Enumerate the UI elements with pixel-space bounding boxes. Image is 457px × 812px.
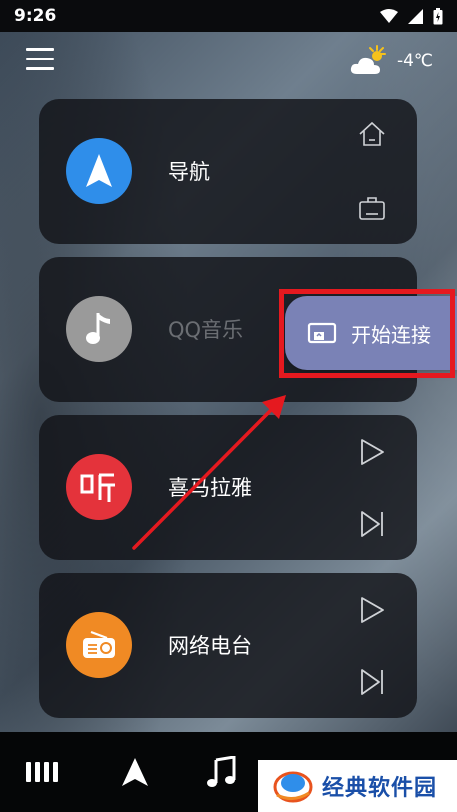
card-label-navigation: 导航 [168, 160, 210, 184]
watermark-logo-icon [273, 771, 313, 803]
navigation-arrow-icon [66, 138, 132, 204]
weather-widget: -4℃ [349, 44, 433, 78]
signal-icon [408, 8, 423, 24]
play-icon[interactable] [357, 595, 387, 625]
briefcase-icon[interactable] [357, 193, 387, 223]
watermark-text: 经典软件园 [322, 776, 438, 801]
apps-icon[interactable] [2, 732, 82, 812]
highlight-frame [279, 289, 455, 378]
skip-next-icon[interactable] [357, 509, 387, 539]
status-time: 9:26 [14, 6, 57, 26]
card-ximalaya[interactable]: 喜马拉雅 [39, 415, 417, 560]
card-navigation[interactable]: 导航 [39, 99, 417, 244]
card-net-radio[interactable]: 网络电台 [39, 573, 417, 718]
home-icon[interactable] [357, 119, 387, 149]
battery-icon [433, 7, 443, 24]
partly-sunny-icon [350, 45, 386, 74]
top-bar: -4℃ [0, 32, 457, 90]
card-label-net-radio: 网络电台 [168, 634, 252, 658]
music-note-icon [66, 296, 132, 362]
listen-ting-icon [66, 454, 132, 520]
watermark: 经典软件园 [258, 760, 457, 812]
status-icons [380, 7, 443, 25]
play-icon[interactable] [357, 437, 387, 467]
wifi-icon [380, 9, 398, 23]
radio-icon [66, 612, 132, 678]
navigation-icon[interactable] [95, 732, 175, 812]
hamburger-menu-icon[interactable] [26, 48, 54, 70]
music-icon[interactable] [182, 732, 262, 812]
card-label-qq-music: QQ音乐 [168, 318, 244, 342]
skip-next-icon[interactable] [357, 667, 387, 697]
temperature-label: -4℃ [396, 51, 433, 71]
card-label-ximalaya: 喜马拉雅 [168, 476, 252, 500]
status-bar: 9:26 [0, 0, 457, 32]
